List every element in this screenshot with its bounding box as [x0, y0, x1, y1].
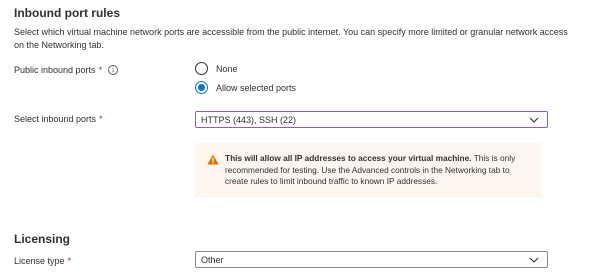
chevron-down-icon	[529, 117, 539, 123]
required-marker: *	[98, 65, 103, 75]
public-inbound-ports-label: Public inbound ports * i	[14, 65, 119, 75]
radio-none-label: None	[216, 63, 238, 74]
chevron-down-icon	[529, 257, 539, 263]
select-inbound-ports-label-text: Select inbound ports	[14, 114, 97, 124]
inbound-port-rules-description: Select which virtual machine network por…	[14, 27, 568, 50]
info-icon[interactable]: i	[108, 65, 119, 75]
licensing-heading: Licensing	[14, 232, 71, 246]
radio-option-none[interactable]: None	[195, 62, 238, 75]
warning-message-box: This will allow all IP addresses to acce…	[195, 143, 542, 198]
license-type-dropdown[interactable]: Other	[195, 251, 548, 268]
select-inbound-ports-label: Select inbound ports *	[14, 114, 103, 124]
required-marker: *	[99, 114, 103, 124]
select-inbound-ports-dropdown[interactable]: HTTPS (443), SSH (22)	[195, 111, 548, 128]
warning-icon	[207, 154, 219, 165]
license-type-label-text: License type	[14, 256, 65, 266]
license-type-value: Other	[201, 254, 224, 265]
required-marker: *	[67, 256, 72, 266]
select-inbound-ports-value: HTTPS (443), SSH (22)	[201, 114, 297, 125]
vm-networking-form: Inbound port rules Select which virtual …	[0, 0, 609, 276]
radio-option-allow-selected-ports[interactable]: Allow selected ports	[195, 81, 296, 94]
public-inbound-ports-label-text: Public inbound ports	[14, 65, 96, 75]
warning-bold-text: This will allow all IP addresses to acce…	[225, 153, 472, 163]
inbound-port-rules-heading: Inbound port rules	[14, 6, 120, 20]
license-type-label: License type *	[14, 256, 71, 266]
warning-text: This will allow all IP addresses to acce…	[225, 153, 532, 188]
radio-allow-selected-ports-circle[interactable]	[195, 81, 208, 94]
radio-allow-selected-ports-label: Allow selected ports	[216, 82, 297, 93]
radio-none-circle[interactable]	[195, 62, 208, 75]
